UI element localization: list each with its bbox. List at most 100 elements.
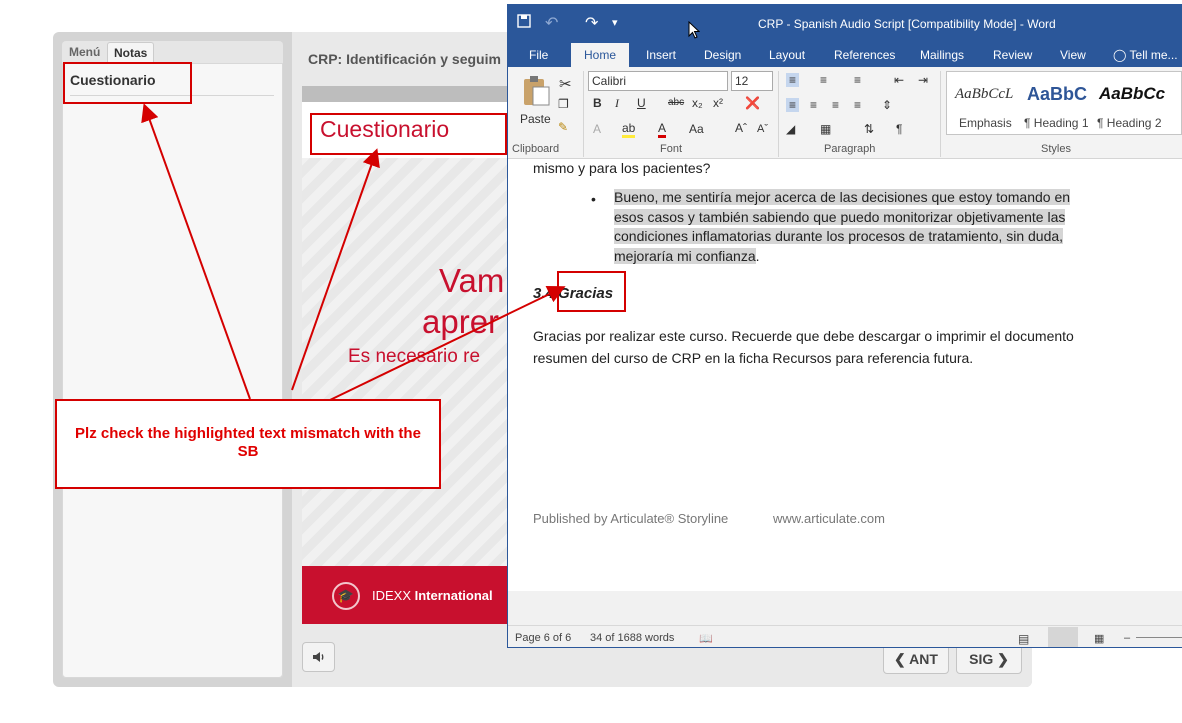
tab-references[interactable]: References: [834, 48, 895, 62]
annotation-callout-text: Plz check the highlighted text mismatch …: [75, 425, 421, 460]
group-font-label: Font: [660, 143, 683, 155]
word-window-title: CRP - Spanish Audio Script [Compatibilit…: [758, 17, 1056, 31]
slide-subtext: Es necesario re: [348, 346, 481, 367]
strikethrough-icon[interactable]: abc: [668, 97, 684, 108]
tab-mailings[interactable]: Mailings: [920, 48, 964, 62]
borders-icon[interactable]: ▦: [820, 122, 831, 136]
footer-brand-bold: International: [414, 588, 493, 603]
sort-icon[interactable]: ⇅: [864, 122, 874, 136]
zoom-out-icon[interactable]: –: [1124, 632, 1130, 644]
align-right-icon[interactable]: ≡: [832, 98, 839, 112]
tab-design[interactable]: Design: [704, 48, 741, 62]
change-case-icon[interactable]: Aa: [689, 122, 704, 136]
mouse-cursor-icon: [688, 21, 700, 39]
annotation-box-doc-heading: [557, 271, 626, 312]
group-styles-label: Styles: [1041, 143, 1071, 155]
save-icon[interactable]: [517, 14, 531, 28]
course-title: CRP: Identificación y seguim: [308, 51, 501, 67]
grow-font-icon[interactable]: Aˆ: [735, 121, 747, 135]
proofing-icon[interactable]: 📖: [699, 632, 713, 645]
bullet-paragraph: Bueno, me sentiría mejor acerca de las d…: [614, 189, 1071, 265]
bullet-marker: •: [591, 191, 596, 207]
text-effects-icon[interactable]: A: [593, 122, 601, 136]
graduation-cap-icon: 🎓: [332, 582, 360, 610]
read-mode-icon[interactable]: ▤: [1018, 632, 1029, 646]
tab-notes[interactable]: Notas: [107, 42, 155, 63]
subscript-icon[interactable]: x₂: [692, 96, 703, 110]
tab-insert[interactable]: Insert: [646, 48, 676, 62]
closing-line-2: resumen del curso de CRP en la ficha Rec…: [533, 350, 974, 366]
ribbon-tabs: File Home Insert Design Layout Reference…: [508, 43, 1182, 67]
paste-icon[interactable]: [521, 75, 551, 107]
tab-layout[interactable]: Layout: [769, 48, 805, 62]
slide-canvas: Cuestionario Vam aprer Es necesario re 🎓…: [302, 102, 512, 624]
customize-qat-icon[interactable]: ▾: [612, 16, 618, 29]
bold-icon[interactable]: B: [593, 96, 602, 110]
articulate-link[interactable]: www.articulate.com: [773, 511, 885, 526]
style-emphasis-sample[interactable]: AaBbCcL: [955, 86, 1013, 103]
web-layout-icon[interactable]: ▦: [1094, 632, 1104, 645]
font-color-icon[interactable]: A: [658, 121, 667, 138]
group-separator: [583, 71, 584, 157]
font-name-combo[interactable]: Calibri: [588, 71, 728, 91]
redo-icon[interactable]: ↷: [585, 13, 598, 33]
decrease-indent-icon[interactable]: ⇤: [894, 73, 904, 87]
footer-brand-plain: IDEXX: [372, 588, 415, 603]
prev-button[interactable]: ❮ ANT: [883, 644, 949, 674]
highlight-icon[interactable]: ab: [622, 121, 636, 138]
word-counter[interactable]: 34 of 1688 words: [590, 632, 674, 644]
show-formatting-icon[interactable]: ¶: [896, 122, 902, 136]
shading-icon[interactable]: ◢: [786, 122, 795, 136]
zoom-slider[interactable]: [1136, 637, 1182, 638]
underline-icon[interactable]: U: [637, 96, 646, 110]
tell-me-search[interactable]: ◯ Tell me...: [1113, 48, 1178, 62]
style-heading2-sample[interactable]: AaBbCc: [1099, 84, 1165, 104]
group-clipboard-label: Clipboard: [512, 143, 560, 155]
clear-formatting-icon[interactable]: ❌: [745, 96, 760, 110]
annotation-box-sidebar: [63, 62, 192, 104]
volume-button[interactable]: [302, 642, 335, 672]
paste-label[interactable]: Paste: [520, 112, 551, 126]
group-paragraph-label: Paragraph: [824, 143, 876, 155]
copy-icon[interactable]: ❐: [558, 97, 569, 111]
undo-icon[interactable]: ↶: [545, 13, 558, 33]
lightbulb-icon: ◯: [1113, 48, 1130, 62]
style-heading1-sample[interactable]: AaBbC: [1027, 84, 1087, 105]
chevron-right-icon: ❯: [993, 651, 1009, 667]
tab-view[interactable]: View: [1060, 48, 1086, 62]
print-layout-icon[interactable]: [1048, 627, 1078, 647]
format-painter-icon[interactable]: ✎: [558, 120, 568, 134]
tab-review[interactable]: Review: [993, 48, 1032, 62]
style-heading1-name: ¶ Heading 1: [1024, 116, 1089, 130]
increase-indent-icon[interactable]: ⇥: [918, 73, 928, 87]
font-size-combo[interactable]: 12: [731, 71, 773, 91]
group-separator: [940, 71, 941, 157]
tab-home[interactable]: Home: [571, 43, 630, 67]
page-counter[interactable]: Page 6 of 6: [515, 632, 571, 644]
prev-label: ANT: [909, 651, 938, 667]
align-center-icon[interactable]: ≡: [810, 98, 817, 112]
cut-icon[interactable]: ✂: [559, 75, 572, 93]
next-button[interactable]: SIG ❯: [956, 644, 1022, 674]
bullets-icon[interactable]: ≡: [786, 73, 800, 87]
highlighted-text-line: condiciones inflamatorias durante los pr…: [614, 228, 1064, 245]
multilevel-list-icon[interactable]: ≡: [854, 73, 861, 87]
align-left-icon[interactable]: ≡: [786, 98, 800, 112]
style-heading2-name: ¶ Heading 2: [1097, 116, 1162, 130]
tab-menu[interactable]: Menú: [63, 42, 106, 63]
section-heading-number: 3.4: [533, 285, 554, 302]
numbering-icon[interactable]: ≡: [820, 73, 827, 87]
footer-brand: IDEXX International: [372, 588, 493, 603]
highlighted-text-line: esos casos y también sabiendo que puedo …: [614, 208, 1066, 225]
shrink-font-icon[interactable]: Aˇ: [757, 123, 768, 135]
superscript-icon[interactable]: x²: [713, 96, 723, 110]
chevron-left-icon: ❮: [894, 651, 910, 667]
doc-line-prev: mismo y para los pacientes?: [533, 160, 711, 176]
italic-icon[interactable]: I: [615, 96, 619, 111]
line-spacing-icon[interactable]: ⇕: [882, 98, 892, 112]
tab-file[interactable]: File: [529, 48, 548, 62]
closing-line-1: Gracias por realizar este curso. Recuerd…: [533, 328, 1074, 344]
slide-progress-bar: [302, 86, 512, 102]
justify-icon[interactable]: ≡: [854, 98, 861, 112]
group-separator: [778, 71, 779, 157]
